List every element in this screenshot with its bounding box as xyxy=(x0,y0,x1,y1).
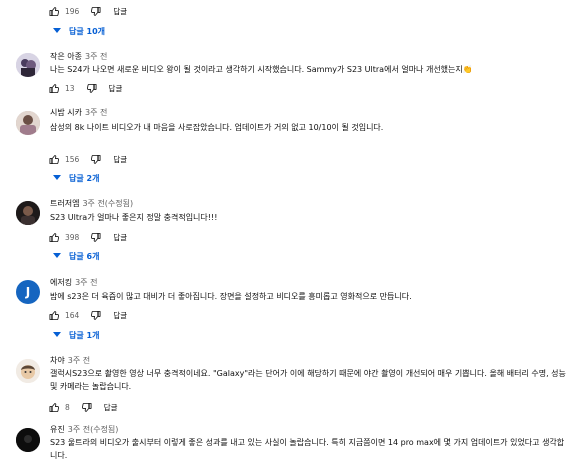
thumbs-up-icon[interactable] xyxy=(49,6,60,17)
comment-author[interactable]: 작은 아종 xyxy=(50,52,82,61)
comment-actions: 156 답글 xyxy=(49,152,127,166)
like-count: 164 xyxy=(65,310,80,320)
avatar[interactable] xyxy=(16,201,40,225)
like-count: 196 xyxy=(65,6,80,16)
comment-author[interactable]: 에저킹 xyxy=(50,278,72,287)
avatar[interactable] xyxy=(16,111,40,135)
thumbs-up-icon[interactable] xyxy=(49,232,60,243)
chevron-down-icon xyxy=(53,175,61,181)
comment-actions: 8 답글 xyxy=(49,400,118,414)
view-replies-button[interactable]: 답글 6개 xyxy=(53,249,99,263)
view-replies-button[interactable]: 답글 1개 xyxy=(53,328,99,342)
avatar[interactable]: J xyxy=(16,280,40,304)
view-replies-button[interactable]: 답글 2개 xyxy=(53,171,99,185)
comment-actions: 13 답글 xyxy=(49,81,122,95)
thumbs-down-icon[interactable] xyxy=(86,83,97,94)
top-comment-actions: 196 답글 xyxy=(49,4,127,18)
like-count: 398 xyxy=(65,232,80,242)
comment-text: 밤에 s23은 더 육즙이 많고 대비가 더 좋아집니다. 장면을 설정하고 비… xyxy=(50,292,412,301)
thumbs-up-icon[interactable] xyxy=(49,310,60,321)
comment-actions: 398 답글 xyxy=(49,230,127,244)
like-count: 13 xyxy=(65,83,75,93)
comment-text: S23 울트라의 비디오가 출시부터 이렇게 좋은 성과를 내고 있는 사실이 … xyxy=(50,438,565,460)
comment-time[interactable]: 3주 전 xyxy=(68,356,90,365)
chevron-down-icon xyxy=(53,253,61,259)
comment-time[interactable]: 3주 전(수정됨) xyxy=(68,425,119,434)
chevron-down-icon xyxy=(53,28,61,34)
comment-text: S23 Ultra가 얼마나 좋은지 정말 충격적입니다!!! xyxy=(50,213,218,222)
thumbs-down-icon[interactable] xyxy=(90,310,101,321)
reply-button[interactable]: 답글 xyxy=(113,6,127,17)
reply-button[interactable]: 답글 xyxy=(104,402,118,413)
thumbs-up-icon[interactable] xyxy=(49,83,60,94)
comment-author[interactable]: 차야 xyxy=(50,356,65,365)
like-count: 156 xyxy=(65,154,80,164)
avatar[interactable] xyxy=(16,53,40,77)
reply-button[interactable]: 답글 xyxy=(113,310,127,321)
comment-author[interactable]: 시밤 시카 xyxy=(50,108,82,117)
avatar[interactable] xyxy=(16,428,40,452)
avatar-letter: J xyxy=(25,285,31,299)
thumbs-up-icon[interactable] xyxy=(49,402,60,413)
comment-text: 갤럭시S23으로 촬영한 영상 너무 충격적이네요. "Galaxy"라는 단어… xyxy=(50,369,566,391)
comment-author[interactable]: 유진 xyxy=(50,425,65,434)
view-replies-button[interactable]: 답글 10개 xyxy=(53,24,105,38)
reply-button[interactable]: 답글 xyxy=(109,83,123,94)
thumbs-up-icon[interactable] xyxy=(49,154,60,165)
comment-time[interactable]: 3주 전 xyxy=(85,108,107,117)
comment-actions: 164 답글 xyxy=(49,308,127,322)
thumbs-down-icon[interactable] xyxy=(90,232,101,243)
thumbs-down-icon[interactable] xyxy=(81,402,92,413)
comment-text: 삼성의 8k 나이트 비디오가 내 마음을 사로잡았습니다. 업데이트가 거의 … xyxy=(50,123,384,132)
comment-text: 나는 S24가 나오면 새로운 비디오 왕이 될 것이라고 생각하기 시작했습니… xyxy=(50,65,473,74)
comment-time[interactable]: 3주 전 xyxy=(85,52,107,61)
like-count: 8 xyxy=(65,402,70,412)
comment-time[interactable]: 3주 전 xyxy=(75,278,97,287)
comment-time[interactable]: 3주 전(수정됨) xyxy=(82,199,133,208)
avatar[interactable] xyxy=(16,359,40,383)
reply-button[interactable]: 답글 xyxy=(113,232,127,243)
thumbs-down-icon[interactable] xyxy=(90,154,101,165)
thumbs-down-icon[interactable] xyxy=(90,6,101,17)
comment-author[interactable]: 트러저엠 xyxy=(50,199,79,208)
reply-button[interactable]: 답글 xyxy=(113,154,127,165)
chevron-down-icon xyxy=(53,332,61,338)
